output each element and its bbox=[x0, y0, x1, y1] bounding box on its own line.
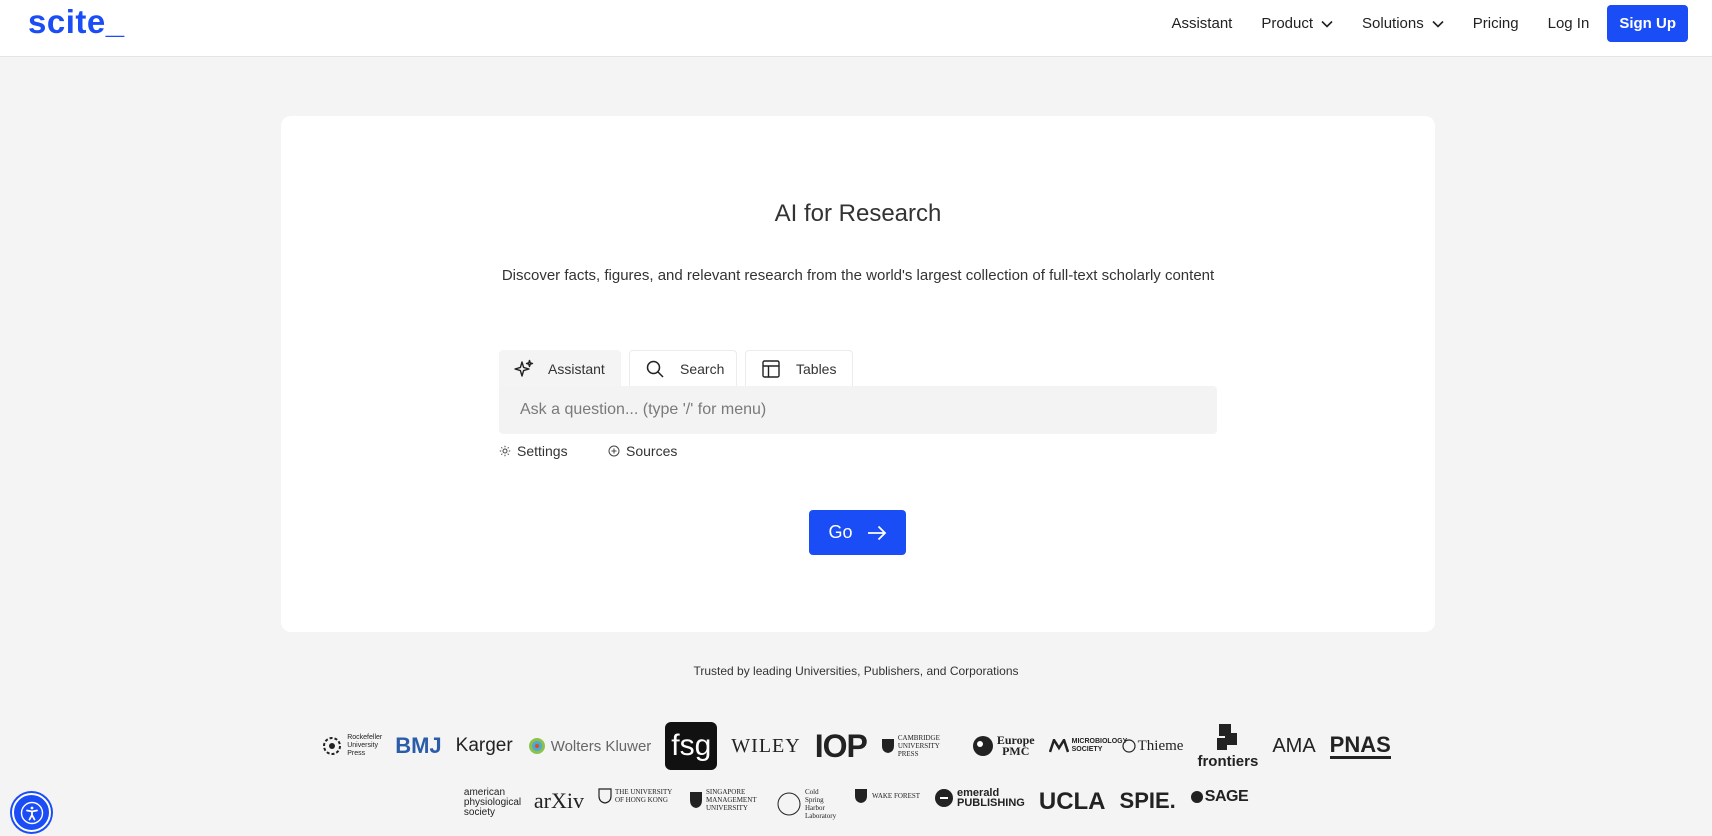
logo-arxiv: arXiv bbox=[533, 788, 584, 813]
nav-login[interactable]: Log In bbox=[1548, 15, 1590, 32]
frontiers-cubes-icon bbox=[1216, 723, 1237, 750]
logo-wolters-kluwer: Wolters Kluwer bbox=[527, 736, 651, 756]
logo-spie: SPIE. bbox=[1119, 788, 1176, 813]
sage-emblem-icon bbox=[1190, 791, 1203, 803]
thieme-emblem-icon bbox=[1122, 739, 1136, 753]
microbiology-emblem-icon bbox=[1048, 739, 1069, 753]
logo-american-physiological-society: american physiological society bbox=[463, 787, 522, 818]
trusted-by-heading: Trusted by leading Universities, Publish… bbox=[693, 664, 1019, 678]
plus-circle-icon bbox=[608, 445, 620, 457]
top-navbar: scite_ Assistant Product Solutions Prici… bbox=[0, 0, 1712, 57]
logo-fsg: fsg bbox=[665, 722, 718, 770]
tab-assistant-label: Assistant bbox=[548, 361, 605, 377]
settings-label: Settings bbox=[517, 443, 568, 459]
logo-frontiers: frontiers bbox=[1197, 723, 1258, 770]
accessibility-button[interactable] bbox=[12, 793, 51, 832]
nav-links: Assistant Product Solutions Pricing Log … bbox=[1142, 0, 1688, 46]
table-layout-icon bbox=[762, 360, 780, 378]
logo-cold-spring-harbor: Cold Spring Harbor Laboratory bbox=[776, 788, 839, 820]
go-label: Go bbox=[828, 522, 853, 542]
tab-assistant[interactable]: Assistant bbox=[499, 350, 621, 387]
settings-button[interactable]: Settings bbox=[499, 443, 568, 459]
brand-logo[interactable]: scite_ bbox=[28, 3, 125, 41]
gear-icon bbox=[499, 445, 511, 457]
logo-iop: IOP bbox=[814, 727, 868, 764]
rockefeller-emblem-icon bbox=[323, 737, 342, 755]
arrow-right-icon bbox=[867, 525, 887, 541]
hero-subtitle: Discover facts, figures, and relevant re… bbox=[501, 267, 1215, 284]
nav-solutions-dropdown[interactable]: Solutions bbox=[1362, 15, 1444, 32]
magnifier-icon bbox=[646, 360, 664, 378]
logo-ama: AMA bbox=[1272, 734, 1316, 757]
go-button[interactable]: Go bbox=[809, 510, 906, 555]
hero-title: AI for Research bbox=[774, 200, 942, 227]
logo-thieme: Thieme bbox=[1122, 738, 1183, 755]
nav-product-dropdown[interactable]: Product bbox=[1261, 15, 1333, 32]
logo-ucla: UCLA bbox=[1038, 788, 1106, 815]
hero-card: AI for Research Discover facts, figures,… bbox=[281, 116, 1435, 632]
tab-tables[interactable]: Tables bbox=[745, 350, 853, 387]
logo-bmj: BMJ bbox=[395, 733, 442, 758]
tab-search-label: Search bbox=[680, 361, 725, 377]
accessibility-person-icon bbox=[20, 801, 44, 825]
sources-label: Sources bbox=[626, 443, 678, 459]
question-input[interactable] bbox=[499, 386, 1217, 434]
logo-microbiology-society: MICROBIOLOGY SOCIETY bbox=[1048, 738, 1127, 754]
csh-emblem-icon bbox=[777, 792, 801, 816]
cambridge-crest-icon bbox=[881, 739, 894, 753]
wake-forest-crest-icon bbox=[854, 789, 867, 803]
wolters-kluwer-emblem-icon bbox=[528, 738, 545, 754]
nav-assistant[interactable]: Assistant bbox=[1171, 15, 1232, 32]
partner-logos-row-2: american physiological society arXiv THE… bbox=[0, 788, 1712, 836]
tab-tables-label: Tables bbox=[796, 361, 837, 377]
nav-pricing[interactable]: Pricing bbox=[1473, 15, 1519, 32]
chevron-down-icon bbox=[1432, 15, 1444, 32]
logo-smu: SINGAPORE MANAGEMENT UNIVERSITY bbox=[689, 788, 762, 812]
partner-logos-row-1: Rockefeller University Press BMJ Karger … bbox=[0, 718, 1712, 774]
logo-karger: Karger bbox=[455, 735, 513, 756]
logo-hku: THE UNIVERSITY OF HONG KONG bbox=[598, 788, 675, 804]
europe-pmc-emblem-icon bbox=[972, 736, 993, 756]
chevron-down-icon bbox=[1321, 15, 1333, 32]
logo-wake-forest: WAKE FOREST bbox=[853, 788, 920, 804]
logo-rockefeller: Rockefeller University Press bbox=[321, 734, 382, 758]
logo-pnas: PNAS bbox=[1329, 731, 1391, 759]
sources-button[interactable]: Sources bbox=[608, 443, 677, 459]
logo-wiley: WILEY bbox=[731, 734, 801, 757]
tab-search[interactable]: Search bbox=[629, 350, 737, 387]
logo-cambridge: CAMBRIDGE UNIVERSITY PRESS bbox=[881, 734, 958, 758]
logo-sage: SAGE bbox=[1190, 788, 1249, 806]
signup-button[interactable]: Sign Up bbox=[1607, 4, 1688, 42]
emerald-emblem-icon bbox=[935, 789, 954, 807]
logo-emerald-publishing: emerald PUBLISHING bbox=[934, 788, 1025, 809]
smu-crest-icon bbox=[689, 792, 702, 808]
mode-tabs: Assistant Search Tables bbox=[499, 350, 861, 387]
logo-europe-pmc: Europe PMC bbox=[972, 734, 1035, 757]
hku-crest-icon bbox=[598, 788, 612, 804]
nav-product-label: Product bbox=[1261, 14, 1314, 32]
nav-solutions-label: Solutions bbox=[1362, 14, 1424, 32]
sparkles-icon bbox=[514, 359, 534, 379]
